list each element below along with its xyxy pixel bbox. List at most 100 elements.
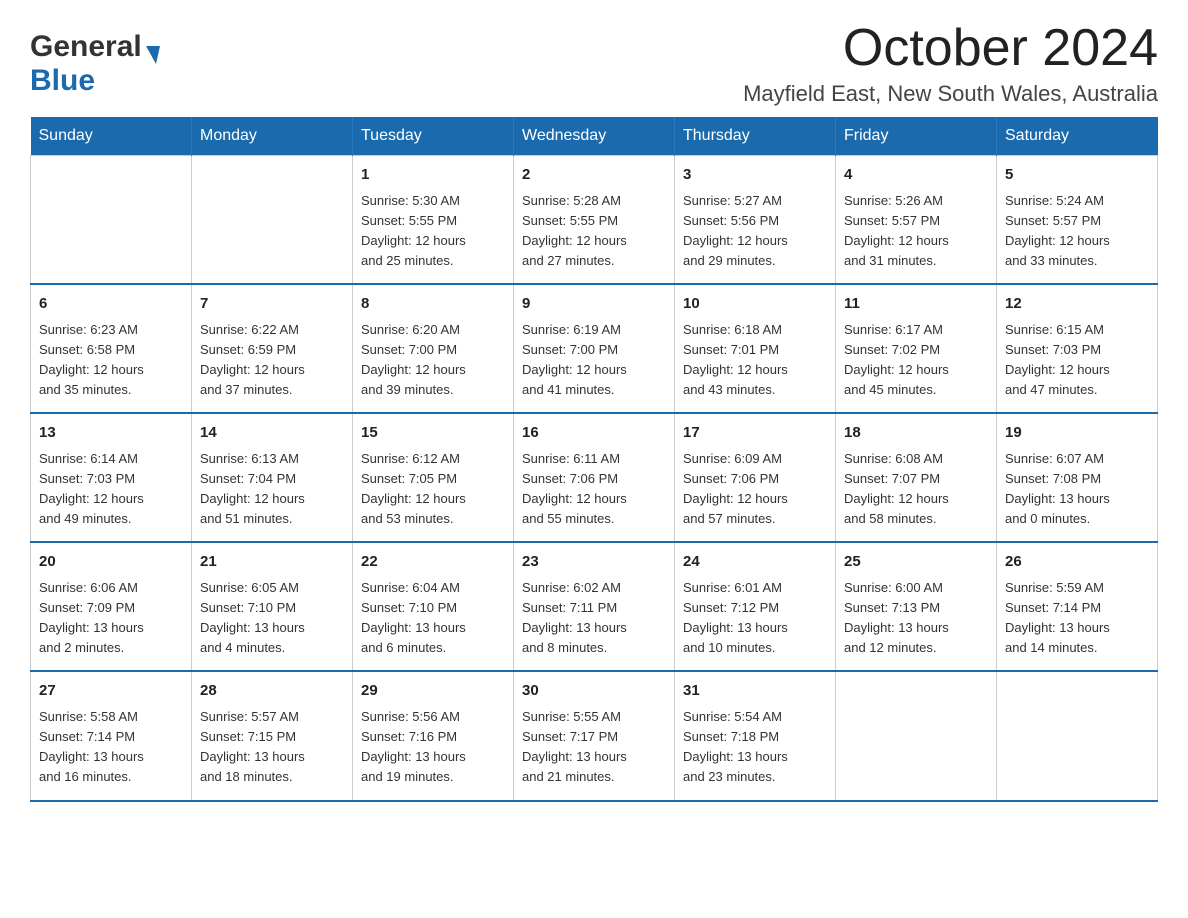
calendar-cell: 23 Sunrise: 6:02 AMSunset: 7:11 PMDayligh… [514, 542, 675, 671]
day-info: Sunrise: 6:14 AMSunset: 7:03 PMDaylight:… [39, 449, 183, 530]
calendar-cell: 20 Sunrise: 6:06 AMSunset: 7:09 PMDayligh… [31, 542, 192, 671]
calendar-cell: 3 Sunrise: 5:27 AMSunset: 5:56 PMDaylight… [675, 156, 836, 285]
calendar-cell: 22 Sunrise: 6:04 AMSunset: 7:10 PMDayligh… [353, 542, 514, 671]
calendar-week-3: 13 Sunrise: 6:14 AMSunset: 7:03 PMDayligh… [31, 413, 1158, 542]
day-info: Sunrise: 6:22 AMSunset: 6:59 PMDaylight:… [200, 320, 344, 401]
calendar-week-2: 6Sunrise: 6:23 AMSunset: 6:58 PMDaylight… [31, 284, 1158, 413]
calendar-cell: 17 Sunrise: 6:09 AMSunset: 7:06 PMDayligh… [675, 413, 836, 542]
day-info: Sunrise: 6:09 AMSunset: 7:06 PMDaylight:… [683, 449, 827, 530]
header-thursday: Thursday [675, 117, 836, 156]
day-info: Sunrise: 6:20 AMSunset: 7:00 PMDaylight:… [361, 320, 505, 401]
day-info: Sunrise: 5:24 AMSunset: 5:57 PMDaylight:… [1005, 191, 1149, 272]
day-info: Sunrise: 6:17 AMSunset: 7:02 PMDaylight:… [844, 320, 988, 401]
calendar-week-4: 20 Sunrise: 6:06 AMSunset: 7:09 PMDayligh… [31, 542, 1158, 671]
calendar-cell: 15Sunrise: 6:12 AMSunset: 7:05 PMDayligh… [353, 413, 514, 542]
day-info: Sunrise: 5:30 AMSunset: 5:55 PMDaylight:… [361, 191, 505, 272]
day-info: Sunrise: 6:12 AMSunset: 7:05 PMDaylight:… [361, 449, 505, 530]
calendar-cell: 7 Sunrise: 6:22 AMSunset: 6:59 PMDaylight… [192, 284, 353, 413]
day-info: Sunrise: 6:15 AMSunset: 7:03 PMDaylight:… [1005, 320, 1149, 401]
day-info: Sunrise: 5:27 AMSunset: 5:56 PMDaylight:… [683, 191, 827, 272]
calendar-week-5: 27 Sunrise: 5:58 AMSunset: 7:14 PMDayligh… [31, 671, 1158, 800]
day-info: Sunrise: 6:13 AMSunset: 7:04 PMDaylight:… [200, 449, 344, 530]
day-number: 17 [683, 422, 827, 445]
day-number: 2 [522, 164, 666, 187]
day-number: 5 [1005, 164, 1149, 187]
day-info: Sunrise: 5:59 AMSunset: 7:14 PMDaylight:… [1005, 578, 1149, 659]
calendar-cell: 12 Sunrise: 6:15 AMSunset: 7:03 PMDayligh… [997, 284, 1158, 413]
calendar-cell [997, 671, 1158, 800]
calendar-cell: 4 Sunrise: 5:26 AMSunset: 5:57 PMDaylight… [836, 156, 997, 285]
header-saturday: Saturday [997, 117, 1158, 156]
header-friday: Friday [836, 117, 997, 156]
day-info: Sunrise: 6:04 AMSunset: 7:10 PMDaylight:… [361, 578, 505, 659]
day-number: 6 [39, 293, 183, 316]
day-info: Sunrise: 6:07 AMSunset: 7:08 PMDaylight:… [1005, 449, 1149, 530]
day-number: 11 [844, 293, 988, 316]
day-info: Sunrise: 5:28 AMSunset: 5:55 PMDaylight:… [522, 191, 666, 272]
calendar-cell: 16Sunrise: 6:11 AMSunset: 7:06 PMDayligh… [514, 413, 675, 542]
calendar-cell: 2 Sunrise: 5:28 AMSunset: 5:55 PMDaylight… [514, 156, 675, 285]
day-number: 4 [844, 164, 988, 187]
month-title: October 2024 [743, 20, 1158, 77]
day-number: 24 [683, 551, 827, 574]
calendar-cell: 28Sunrise: 5:57 AMSunset: 7:15 PMDayligh… [192, 671, 353, 800]
header-tuesday: Tuesday [353, 117, 514, 156]
day-number: 19 [1005, 422, 1149, 445]
logo-triangle-icon [146, 46, 160, 64]
day-info: Sunrise: 6:18 AMSunset: 7:01 PMDaylight:… [683, 320, 827, 401]
calendar-cell: 21Sunrise: 6:05 AMSunset: 7:10 PMDayligh… [192, 542, 353, 671]
day-number: 18 [844, 422, 988, 445]
day-info: Sunrise: 6:08 AMSunset: 7:07 PMDaylight:… [844, 449, 988, 530]
day-info: Sunrise: 6:01 AMSunset: 7:12 PMDaylight:… [683, 578, 827, 659]
day-number: 12 [1005, 293, 1149, 316]
calendar-cell: 30 Sunrise: 5:55 AMSunset: 7:17 PMDayligh… [514, 671, 675, 800]
day-number: 26 [1005, 551, 1149, 574]
calendar-cell [31, 156, 192, 285]
day-number: 22 [361, 551, 505, 574]
day-number: 27 [39, 680, 183, 703]
calendar-cell: 29 Sunrise: 5:56 AMSunset: 7:16 PMDayligh… [353, 671, 514, 800]
day-info: Sunrise: 6:02 AMSunset: 7:11 PMDaylight:… [522, 578, 666, 659]
day-info: Sunrise: 5:58 AMSunset: 7:14 PMDaylight:… [39, 707, 183, 788]
day-number: 14 [200, 422, 344, 445]
day-number: 29 [361, 680, 505, 703]
day-info: Sunrise: 5:55 AMSunset: 7:17 PMDaylight:… [522, 707, 666, 788]
calendar-table: SundayMondayTuesdayWednesdayThursdayFrid… [30, 117, 1158, 801]
calendar-cell [192, 156, 353, 285]
day-number: 1 [361, 164, 505, 187]
calendar-cell [836, 671, 997, 800]
day-number: 20 [39, 551, 183, 574]
day-number: 7 [200, 293, 344, 316]
title-area: October 2024 Mayfield East, New South Wa… [743, 20, 1158, 107]
day-number: 8 [361, 293, 505, 316]
calendar-week-1: 1 Sunrise: 5:30 AMSunset: 5:55 PMDaylight… [31, 156, 1158, 285]
day-number: 23 [522, 551, 666, 574]
day-number: 10 [683, 293, 827, 316]
header-sunday: Sunday [31, 117, 192, 156]
day-info: Sunrise: 6:11 AMSunset: 7:06 PMDaylight:… [522, 449, 666, 530]
day-info: Sunrise: 6:00 AMSunset: 7:13 PMDaylight:… [844, 578, 988, 659]
day-info: Sunrise: 5:56 AMSunset: 7:16 PMDaylight:… [361, 707, 505, 788]
day-info: Sunrise: 5:57 AMSunset: 7:15 PMDaylight:… [200, 707, 344, 788]
day-number: 9 [522, 293, 666, 316]
calendar-cell: 26 Sunrise: 5:59 AMSunset: 7:14 PMDayligh… [997, 542, 1158, 671]
calendar-cell: 27 Sunrise: 5:58 AMSunset: 7:14 PMDayligh… [31, 671, 192, 800]
header-monday: Monday [192, 117, 353, 156]
calendar-cell: 10 Sunrise: 6:18 AMSunset: 7:01 PMDayligh… [675, 284, 836, 413]
day-info: Sunrise: 6:06 AMSunset: 7:09 PMDaylight:… [39, 578, 183, 659]
logo-general-text: General [30, 30, 142, 64]
location-title: Mayfield East, New South Wales, Australi… [743, 81, 1158, 107]
calendar-body: 1 Sunrise: 5:30 AMSunset: 5:55 PMDaylight… [31, 156, 1158, 801]
calendar-cell: 14 Sunrise: 6:13 AMSunset: 7:04 PMDayligh… [192, 413, 353, 542]
calendar-cell: 9Sunrise: 6:19 AMSunset: 7:00 PMDaylight… [514, 284, 675, 413]
calendar-header: SundayMondayTuesdayWednesdayThursdayFrid… [31, 117, 1158, 156]
calendar-cell: 8 Sunrise: 6:20 AMSunset: 7:00 PMDaylight… [353, 284, 514, 413]
day-number: 3 [683, 164, 827, 187]
day-number: 25 [844, 551, 988, 574]
day-number: 31 [683, 680, 827, 703]
calendar-cell: 5 Sunrise: 5:24 AMSunset: 5:57 PMDaylight… [997, 156, 1158, 285]
day-number: 13 [39, 422, 183, 445]
calendar-cell: 25 Sunrise: 6:00 AMSunset: 7:13 PMDayligh… [836, 542, 997, 671]
day-info: Sunrise: 5:26 AMSunset: 5:57 PMDaylight:… [844, 191, 988, 272]
day-number: 30 [522, 680, 666, 703]
